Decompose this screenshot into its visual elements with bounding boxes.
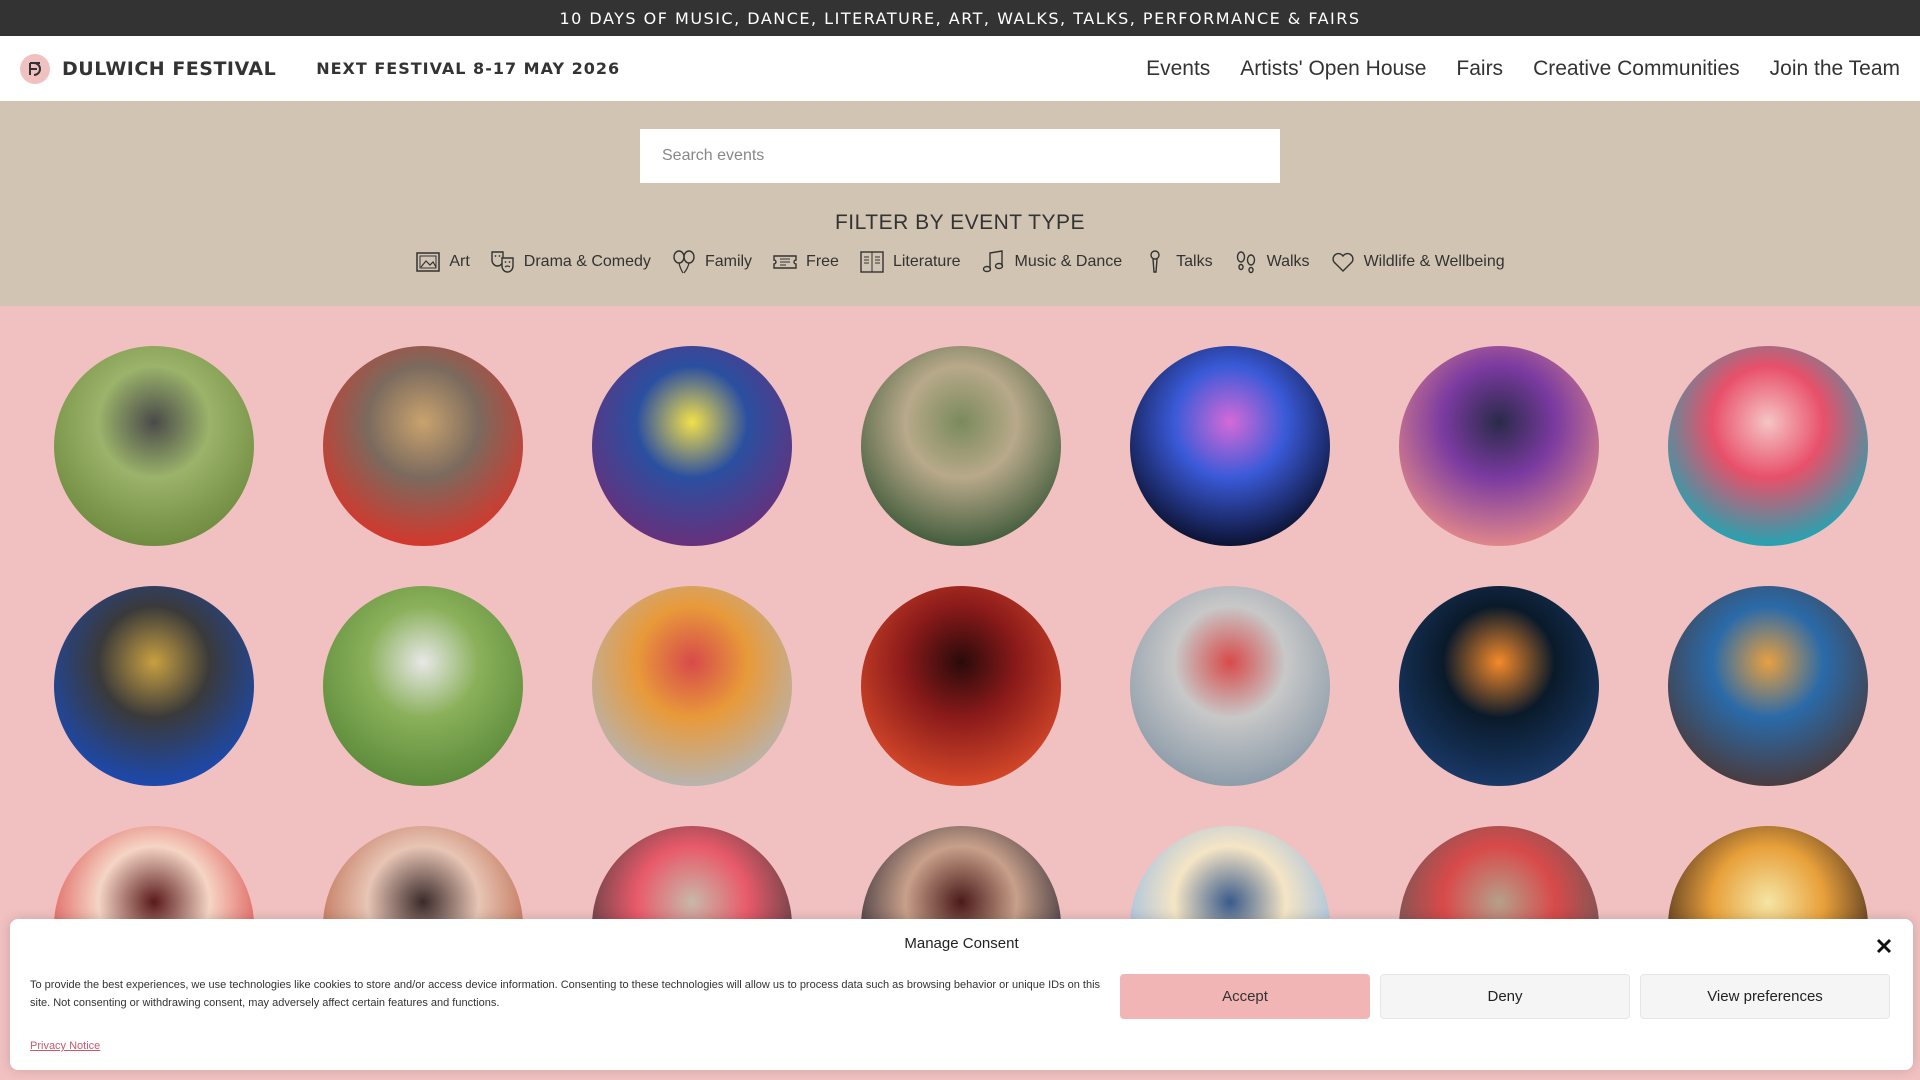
event-thumbnail-paint-pots[interactable] — [1668, 586, 1868, 786]
event-thumbnail-crowd-in-park[interactable] — [54, 346, 254, 546]
nav-events[interactable]: Events — [1146, 57, 1210, 81]
event-filter-panel: FILTER BY EVENT TYPE Art Drama & Comedy … — [0, 101, 1920, 306]
view-preferences-button[interactable]: View preferences — [1640, 974, 1890, 1019]
filter-label: Literature — [892, 253, 961, 270]
filter-art[interactable]: Art — [415, 249, 470, 275]
main-nav: Events Artists' Open House Fairs Creativ… — [1146, 57, 1900, 81]
event-thumbnail-microphone-bokeh[interactable] — [1399, 586, 1599, 786]
site-name: DULWICH FESTIVAL — [62, 57, 277, 80]
event-thumbnail-street-mural[interactable] — [1130, 586, 1330, 786]
filter-label: Music & Dance — [1014, 253, 1123, 270]
site-header: DULWICH FESTIVAL NEXT FESTIVAL 8-17 MAY … — [0, 36, 1920, 101]
open-book-icon — [860, 251, 884, 273]
footprints-icon — [1236, 251, 1255, 274]
event-thumbnail-child-pond-net[interactable] — [323, 586, 523, 786]
filter-label: Family — [704, 253, 753, 270]
filter-literature[interactable]: Literature — [859, 249, 961, 275]
filter-label: Talks — [1176, 253, 1213, 270]
filter-heading: FILTER BY EVENT TYPE — [834, 211, 1086, 234]
event-thumbnail-dancer-blue-light[interactable] — [1130, 346, 1330, 546]
filter-drama-comedy[interactable]: Drama & Comedy — [490, 249, 651, 275]
picture-icon — [416, 252, 441, 272]
announcement-banner: 10 DAYS OF MUSIC, DANCE, LITERATURE, ART… — [0, 0, 1920, 36]
balloons-icon — [673, 250, 695, 274]
nav-creative-communities[interactable]: Creative Communities — [1533, 57, 1740, 81]
filter-talks[interactable]: Talks — [1142, 249, 1213, 275]
close-icon[interactable] — [1873, 935, 1895, 957]
nav-artists-open-house[interactable]: Artists' Open House — [1240, 57, 1426, 81]
consent-title: Manage Consent — [904, 935, 1019, 952]
filter-label: Drama & Comedy — [523, 253, 651, 270]
filter-family[interactable]: Family — [671, 249, 752, 275]
next-festival-dates: NEXT FESTIVAL 8-17 MAY 2026 — [316, 59, 621, 78]
music-note-icon — [982, 250, 1003, 273]
cookie-consent-banner: Manage Consent To provide the best exper… — [10, 919, 1913, 1070]
privacy-notice-link[interactable]: Privacy Notice — [30, 1040, 100, 1052]
event-thumbnail-three-women[interactable] — [592, 586, 792, 786]
event-thumbnail-gallery-painting[interactable] — [323, 346, 523, 546]
banner-text: 10 DAYS OF MUSIC, DANCE, LITERATURE, ART… — [559, 8, 1361, 28]
filter-label: Free — [806, 253, 839, 270]
site-logo[interactable]: DULWICH FESTIVAL — [20, 53, 277, 84]
event-thumbnail-viking-comedian[interactable] — [592, 346, 792, 546]
search-events-input[interactable] — [640, 129, 1280, 183]
filter-walks[interactable]: Walks — [1233, 249, 1310, 275]
filter-free[interactable]: Free — [772, 249, 839, 275]
event-thumbnail-saxophonist[interactable] — [54, 586, 254, 786]
event-thumbnail-embracing-actors[interactable] — [861, 346, 1061, 546]
filter-label: Walks — [1266, 253, 1310, 270]
filter-label: Wildlife & Wellbeing — [1363, 253, 1505, 270]
ticket-icon — [773, 255, 797, 269]
event-thumbnail-dj-red-stage[interactable] — [861, 586, 1061, 786]
accept-button[interactable]: Accept — [1120, 974, 1370, 1019]
nav-fairs[interactable]: Fairs — [1456, 57, 1503, 81]
filter-list: Art Drama & Comedy Family Free Literatur… — [0, 249, 1920, 275]
festival-logo-icon — [20, 53, 50, 84]
microphone-icon — [1150, 250, 1160, 273]
event-thumbnail-red-coral[interactable] — [1668, 346, 1868, 546]
consent-description: To provide the best experiences, we use … — [30, 979, 1101, 1009]
filter-wildlife-wellbeing[interactable]: Wildlife & Wellbeing — [1330, 249, 1505, 275]
nav-join-the-team[interactable]: Join the Team — [1770, 57, 1900, 81]
filter-label: Art — [449, 253, 470, 270]
heart-icon — [1331, 252, 1354, 272]
event-grid — [0, 306, 1920, 1026]
event-thumbnail-purple-hair-portrait[interactable] — [1399, 346, 1599, 546]
filter-music-dance[interactable]: Music & Dance — [981, 249, 1123, 275]
deny-button[interactable]: Deny — [1380, 974, 1630, 1019]
theatre-masks-icon — [491, 251, 514, 273]
